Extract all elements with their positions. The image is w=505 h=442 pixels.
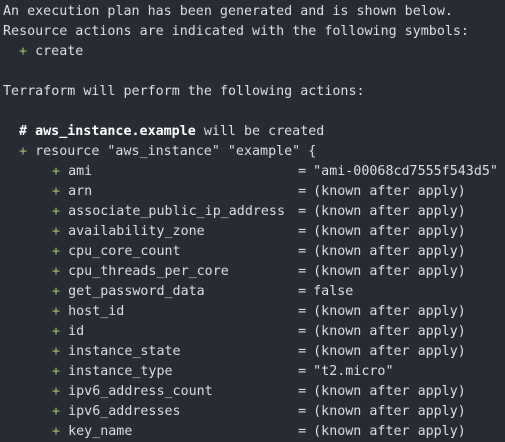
attribute-name: get_password_data (68, 284, 205, 299)
attribute-row-arn: + arn = (known after apply) (52, 182, 505, 202)
attribute-row-ami: + ami = "ami-00068cd7555f543d5" (52, 162, 505, 182)
attribute-value: "t2.micro" (313, 364, 394, 379)
comment-hash: # (19, 124, 28, 139)
attribute-name: ami (68, 164, 93, 179)
attribute-row-ipv6-addresses: + ipv6_addresses = (known after apply) (52, 402, 505, 422)
attribute-value: (known after apply) (313, 264, 466, 279)
attribute-value: (known after apply) (313, 204, 466, 219)
attribute-name: arn (68, 184, 93, 199)
perform-line: Terraform will perform the following act… (3, 84, 365, 99)
attribute-list: + ami = "ami-00068cd7555f543d5" + arn = (know… (0, 162, 505, 442)
resource-name: aws_instance.example (35, 124, 196, 139)
attribute-name: host_id (68, 304, 125, 319)
attribute-value: "ami-00068cd7555f543d5" (313, 164, 498, 179)
attribute-row-cpu-core-count: + cpu_core_count = (known after apply) (52, 242, 505, 262)
plus-symbol: + (52, 384, 61, 399)
equals-sign: = (298, 204, 307, 219)
resource-declaration: resource "aws_instance" "example" { (35, 144, 317, 159)
plus-symbol: + (52, 404, 61, 419)
plus-symbol: + (19, 144, 28, 159)
attribute-row-instance-type: + instance_type = "t2.micro" (52, 362, 505, 382)
attribute-value: (known after apply) (313, 384, 466, 399)
equals-sign: = (298, 364, 307, 379)
attribute-name: availability_zone (68, 224, 205, 239)
plus-symbol: + (52, 304, 61, 319)
attribute-value: (known after apply) (313, 224, 466, 239)
intro-line-2: Resource actions are indicated with the … (3, 24, 469, 39)
attribute-name: cpu_core_count (68, 244, 181, 259)
attribute-row-ipv6-address-count: + ipv6_address_count = (known after apply) (52, 382, 505, 402)
plus-symbol: + (52, 164, 61, 179)
attribute-row-associate-public-ip-address: + associate_public_ip_address = (known aft… (52, 202, 505, 222)
intro-line-1: An execution plan has been generated and… (3, 4, 453, 19)
attribute-row-cpu-threads-per-core: + cpu_threads_per_core = (known after appl… (52, 262, 505, 282)
attribute-value: (known after apply) (313, 424, 466, 439)
attribute-name: id (68, 324, 85, 339)
attribute-name: ipv6_addresses (68, 404, 181, 419)
resource-comment-line: # aws_instance.example will be created (19, 122, 505, 142)
equals-sign: = (298, 284, 307, 299)
plus-symbol: + (52, 224, 61, 239)
attribute-value: (known after apply) (313, 184, 466, 199)
attribute-row-get-password-data: + get_password_data = false (52, 282, 505, 302)
attribute-name: ipv6_address_count (68, 384, 213, 399)
attribute-row-host-id: + host_id = (known after apply) (52, 302, 505, 322)
equals-sign: = (298, 344, 307, 359)
attribute-name: associate_public_ip_address (68, 204, 286, 219)
equals-sign: = (298, 244, 307, 259)
attribute-row-availability-zone: + availability_zone = (known after apply) (52, 222, 505, 242)
terminal-output: An execution plan has been generated and… (0, 0, 505, 442)
comment-suffix: will be created (195, 124, 325, 139)
equals-sign: = (298, 264, 307, 279)
plus-symbol: + (52, 204, 61, 219)
symbol-label: create (35, 44, 84, 59)
plus-symbol: + (19, 44, 28, 59)
attribute-row-instance-state: + instance_state = (known after apply) (52, 342, 505, 362)
equals-sign: = (298, 224, 307, 239)
equals-sign: = (298, 164, 307, 179)
attribute-value: (known after apply) (313, 244, 466, 259)
plus-symbol: + (52, 244, 61, 259)
attribute-value: (known after apply) (313, 304, 466, 319)
equals-sign: = (298, 324, 307, 339)
plus-symbol: + (52, 264, 61, 279)
attribute-value: (known after apply) (313, 404, 466, 419)
attribute-row-id: + id = (known after apply) (52, 322, 505, 342)
attribute-value: (known after apply) (313, 324, 466, 339)
resource-declaration-line: + resource "aws_instance" "example" { (19, 142, 505, 162)
symbol-legend-line: + create (19, 42, 505, 62)
plus-symbol: + (52, 364, 61, 379)
plus-symbol: + (52, 184, 61, 199)
plus-symbol: + (52, 424, 61, 439)
attribute-name: key_name (68, 424, 133, 439)
attribute-value: (known after apply) (313, 344, 466, 359)
attribute-name: instance_state (68, 344, 181, 359)
attribute-name: instance_type (68, 364, 173, 379)
plus-symbol: + (52, 344, 61, 359)
plus-symbol: + (52, 284, 61, 299)
attribute-value: false (313, 284, 354, 299)
plus-symbol: + (52, 324, 61, 339)
attribute-row-key-name: + key_name = (known after apply) (52, 422, 505, 442)
attribute-name: cpu_threads_per_core (68, 264, 229, 279)
equals-sign: = (298, 424, 307, 439)
equals-sign: = (298, 184, 307, 199)
equals-sign: = (298, 404, 307, 419)
equals-sign: = (298, 304, 307, 319)
equals-sign: = (298, 384, 307, 399)
